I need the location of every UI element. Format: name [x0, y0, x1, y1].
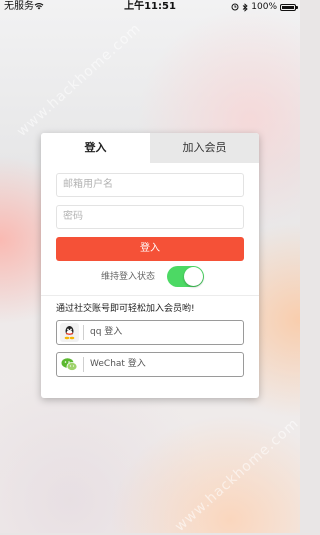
login-card: 登入 加入会员 邮箱用户名 密码 登入 维持登入状态 通过社交账号即可轻松加入会…: [41, 133, 259, 398]
wechat-login-button[interactable]: WeChat 登入: [56, 352, 244, 377]
tab-join-member[interactable]: 加入会员: [150, 133, 259, 163]
password-field[interactable]: 密码: [56, 205, 244, 229]
battery-percent: 100%: [251, 2, 277, 12]
status-right: 100%: [231, 0, 298, 14]
remember-row: 维持登入状态: [41, 266, 259, 288]
login-button[interactable]: 登入: [56, 237, 244, 261]
battery-icon: [280, 3, 298, 11]
tab-bar: 登入 加入会员: [41, 133, 259, 163]
social-separator: [83, 357, 84, 372]
bluetooth-icon: [242, 2, 248, 12]
status-bar: 无服务 上午11:51 100%: [0, 0, 300, 14]
divider: [41, 295, 259, 296]
qq-login-label: qq 登入: [90, 327, 123, 337]
alarm-icon: [231, 3, 239, 11]
email-field[interactable]: 邮箱用户名: [56, 173, 244, 197]
qq-icon: [60, 323, 79, 342]
wechat-login-label: WeChat 登入: [90, 359, 146, 369]
tab-login[interactable]: 登入: [41, 133, 150, 163]
toggle-knob: [184, 267, 203, 286]
qq-login-button[interactable]: qq 登入: [56, 320, 244, 345]
social-separator: [83, 325, 84, 340]
battery-fill: [282, 5, 294, 9]
remember-toggle[interactable]: [167, 266, 204, 287]
wechat-icon: [61, 358, 78, 371]
remember-label: 维持登入状态: [101, 272, 156, 282]
social-login-title: 通过社交账号即可轻松加入会员哟!: [56, 304, 195, 314]
